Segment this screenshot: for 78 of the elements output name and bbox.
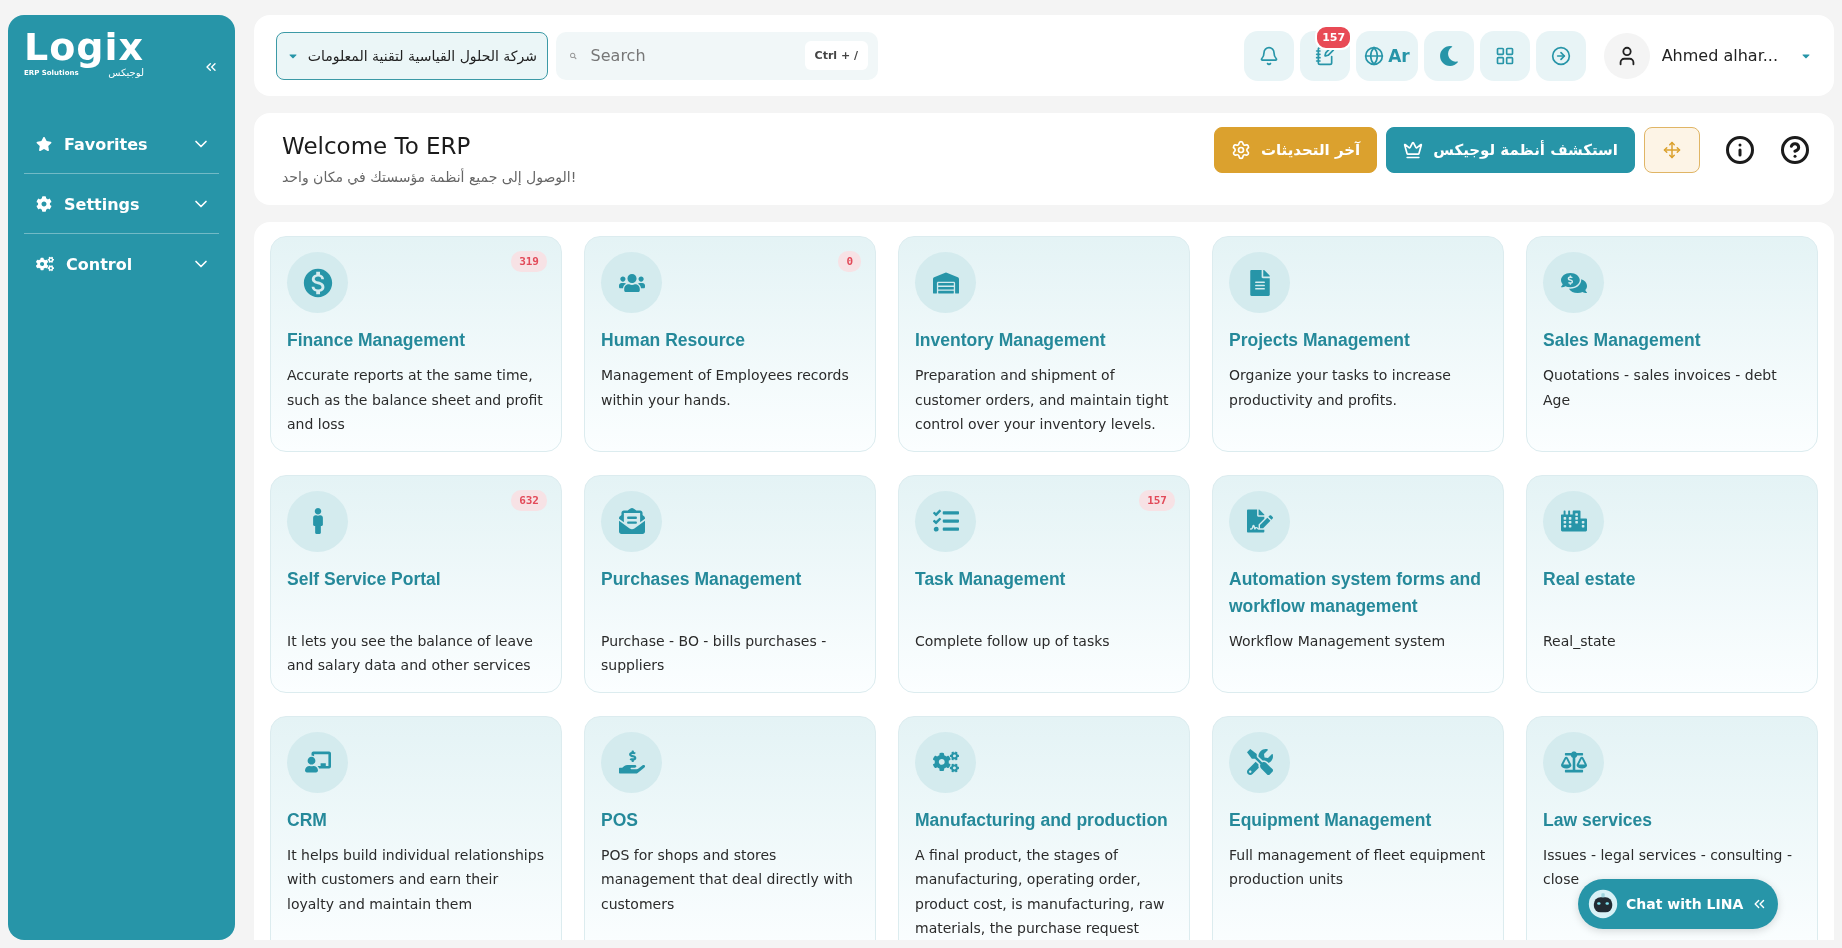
module-card[interactable]: Inventory Management Preparation and shipment of customer orders, and maintain tight control over your inventory levels. — [898, 236, 1190, 452]
module-title: Real estate — [1543, 567, 1637, 591]
move-button[interactable] — [1644, 127, 1700, 173]
module-title: Task Management — [915, 567, 1067, 591]
module-card[interactable]: CRM It helps build individual relationships with customers and earn their loyalty and maintain them — [270, 715, 562, 940]
module-title: Sales Management — [1543, 329, 1702, 352]
module-card[interactable]: Human Resource Management of Employees records within your hands. 0 — [584, 236, 876, 452]
crown-icon — [1403, 140, 1424, 160]
module-description: Workflow Management system — [1229, 631, 1447, 651]
module-description: Management of Employees records within your hands. — [601, 366, 850, 410]
module-description: Real_state — [1543, 631, 1617, 651]
notifications-button[interactable] — [1244, 30, 1295, 81]
module-description: POS for shops and stores management that deal directly with customers — [601, 845, 854, 914]
module-card[interactable]: POS POS for shops and stores management that deal directly with customers — [584, 715, 876, 940]
module-card[interactable]: Real estate Real_state — [1526, 474, 1818, 693]
move-icon — [1663, 141, 1681, 159]
module-title: Law services — [1543, 808, 1653, 832]
module-description: Purchase - BO - bills purchases - suppliers — [601, 631, 828, 675]
search-field[interactable]: Search Ctrl + / — [556, 31, 878, 80]
module-title: Self Service Portal — [287, 567, 442, 591]
module-card[interactable]: Finance Management Accurate reports at the same time, such as the balance sheet and profit and loss 319 — [270, 236, 562, 452]
star-icon — [36, 136, 52, 152]
gear-icon — [1230, 140, 1251, 160]
module-title: Purchases Management — [601, 567, 803, 591]
module-description: It lets you see the balance of leave and salary data and other services — [287, 631, 534, 675]
company-select[interactable]: شركة الحلول القياسية لتقنية المعلومات — [276, 31, 548, 80]
welcome-subtitle: الوصول إلى جميع أنظمة مؤسستك في مكان واحد! — [282, 169, 578, 185]
count-badge: 0 — [838, 251, 861, 272]
count-badge: 157 — [1139, 489, 1175, 511]
arrow-circle-icon — [1550, 45, 1571, 66]
module-title: Projects Management — [1229, 329, 1411, 352]
theme-button[interactable] — [1423, 30, 1474, 81]
module-title: Human Resource — [601, 329, 746, 352]
bell-icon — [1259, 45, 1280, 66]
module-description: Organize your tasks to increase productivity and profits. — [1229, 366, 1452, 410]
apps-button[interactable] — [1479, 30, 1530, 81]
module-title: POS — [601, 808, 639, 832]
logo-arabic-name: لوجيكس — [108, 67, 144, 78]
globe-icon — [1364, 45, 1385, 66]
module-title: Manufacturing and production — [915, 808, 1169, 832]
module-description: Preparation and shipment of customer orders, and maintain tight control over your inventory levels. — [915, 366, 1170, 434]
explore-button[interactable]: استكشف أنظمة لوجيكس — [1386, 127, 1635, 173]
sidebar-item[interactable]: Settings — [24, 174, 219, 234]
module-title: CRM — [287, 808, 328, 832]
module-card[interactable]: Self Service Portal It lets you see the balance of leave and salary data and other services 632 — [270, 474, 562, 693]
exit-button[interactable] — [1535, 30, 1586, 81]
module-description: Complete follow up of tasks — [915, 631, 1111, 651]
module-card[interactable]: Automation system forms and workflow management Workflow Management system — [1212, 474, 1504, 693]
welcome-title: Welcome To ERP — [282, 133, 472, 159]
module-description: Accurate reports at the same time, such as the balance sheet and profit and loss — [287, 366, 544, 434]
module-card[interactable]: Manufacturing and production A final product, the stages of manufacturing, operating order, product cost, is manufacturing, raw materials, the purchase request — [898, 715, 1190, 940]
count-badge: 632 — [511, 489, 547, 511]
grid-icon — [1494, 45, 1515, 66]
module-card[interactable]: Purchases Management Purchase - BO - bills purchases - suppliers — [584, 474, 876, 693]
count-badge: 319 — [511, 251, 547, 272]
sidebar-item[interactable]: Favorites — [24, 114, 219, 174]
search-input[interactable]: Search — [588, 45, 793, 66]
module-title: Automation system forms and workflow management — [1229, 567, 1482, 618]
sidebar-item[interactable]: Control — [24, 234, 219, 293]
module-card[interactable]: Task Management Complete follow up of tasks 157 — [898, 474, 1190, 693]
gears-icon — [36, 255, 54, 273]
module-title: Finance Management — [287, 329, 466, 352]
user-menu[interactable]: Ahmed alhar... — [1603, 32, 1812, 79]
module-card[interactable]: Equipment Management Full management of fleet equipment production units — [1212, 715, 1504, 940]
moon-icon — [1438, 45, 1459, 66]
module-card[interactable]: Sales Management Quotations - sales invoices - debt Age — [1526, 236, 1818, 452]
module-description: A final product, the stages of manufacturing, operating order, product cost, is manufacturing, raw materials, the purchase request — [915, 845, 1166, 938]
module-description: Quotations - sales invoices - debt Age — [1543, 366, 1778, 410]
module-card[interactable]: Projects Management Organize your tasks to increase productivity and profits. — [1212, 236, 1504, 452]
module-title: Equipment Management — [1229, 808, 1433, 832]
gear-icon — [36, 196, 52, 212]
module-description: It helps build individual relationships with customers and earn their loyalty and maintain them — [287, 845, 545, 914]
count-badge: 157 — [1315, 24, 1353, 50]
shortcut-hint: Ctrl + / — [804, 41, 868, 70]
chat-button[interactable]: Chat with LINA — [1578, 879, 1778, 929]
module-title: Inventory Management — [915, 329, 1107, 352]
notebook-icon — [1315, 45, 1336, 66]
module-description: Full management of fleet equipment production units — [1229, 845, 1487, 889]
